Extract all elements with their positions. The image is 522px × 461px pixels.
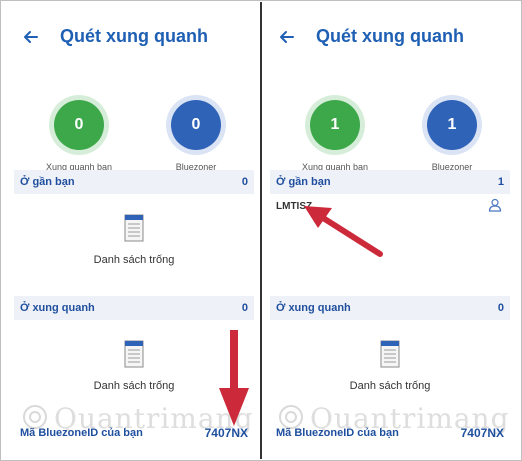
empty-list-icon: [124, 340, 144, 368]
bluezone-id-footer: Mã BluezoneID của bạn 7407NX: [14, 422, 254, 446]
near-section-count: 0: [241, 176, 248, 188]
around-empty-text: Danh sách trống: [349, 380, 431, 392]
around-section-count: 0: [241, 302, 248, 314]
nearby-count-circle: 1: [310, 100, 360, 150]
bluezoner-count-circle: 1: [427, 100, 477, 150]
near-section-count: 1: [497, 176, 504, 188]
scan-screen-empty: Quét xung quanh 0 0 Xung quanh bạn Bluez…: [14, 14, 254, 446]
near-empty-text: Danh sách trống: [93, 254, 175, 266]
around-section-count: 0: [497, 302, 504, 314]
bluezone-id-label: Mã BluezoneID của bạn: [276, 427, 399, 439]
around-section-header: Ở xung quanh 0: [270, 296, 510, 320]
panel-divider: [260, 2, 262, 459]
near-section-header: Ở gần bạn 1: [270, 170, 510, 194]
red-down-arrow-annotation: [219, 330, 249, 426]
bluezone-id-footer: Mã BluezoneID của bạn 7407NX: [270, 422, 510, 446]
near-section-title: Ở gần bạn: [276, 176, 331, 188]
around-empty-text: Danh sách trống: [93, 380, 175, 392]
around-section-title: Ở xung quanh: [276, 302, 351, 314]
near-section-title: Ở gần bạn: [20, 176, 75, 188]
bluezone-id-value[interactable]: 7407NX: [205, 426, 248, 440]
around-section-title: Ở xung quanh: [20, 302, 95, 314]
empty-list-icon: [124, 214, 144, 242]
app-header: Quét xung quanh: [14, 20, 254, 54]
bluezone-id-label: Mã BluezoneID của bạn: [20, 427, 143, 439]
near-section-header: Ở gần bạn 0: [14, 170, 254, 194]
app-header: Quét xung quanh: [270, 20, 510, 54]
scan-screen-with-device: Quét xung quanh 1 1 Xung quanh bạn Bluez…: [270, 14, 510, 446]
red-diagonal-arrow-annotation: [304, 206, 383, 257]
page-title: Quét xung quanh: [60, 26, 208, 46]
bluezone-id-value[interactable]: 7407NX: [461, 426, 504, 440]
nearby-device-name[interactable]: LMTISZ: [276, 201, 312, 212]
page-title: Quét xung quanh: [316, 26, 464, 46]
around-section-header: Ở xung quanh 0: [14, 296, 254, 320]
nearby-count-circle: 0: [54, 100, 104, 150]
user-icon: [488, 198, 502, 212]
empty-list-icon: [380, 340, 400, 368]
bluezoner-count-circle: 0: [171, 100, 221, 150]
